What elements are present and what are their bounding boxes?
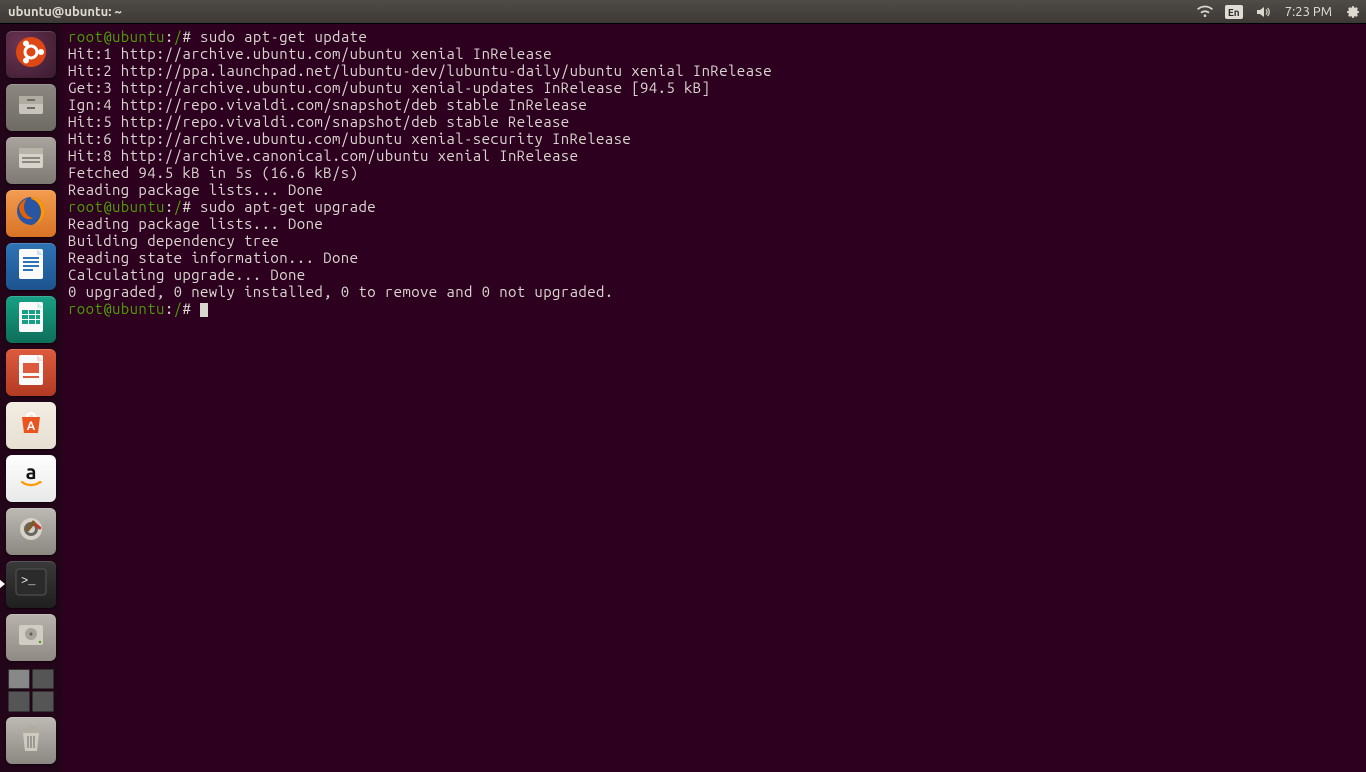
launcher-item-terminal[interactable]: >_ [6,561,56,608]
file-manager-icon [14,141,48,179]
firefox-icon [13,193,49,233]
launcher-item-disk[interactable] [6,614,56,661]
ubuntu-logo-icon [14,35,48,73]
workspace-switcher[interactable] [6,667,56,714]
launcher-item-libreoffice-calc[interactable] [6,296,56,343]
svg-text:A: A [27,420,36,433]
hard-disk-icon [15,619,47,655]
writer-icon [16,247,46,285]
calc-icon [16,300,46,338]
terminal-icon: >_ [14,567,48,601]
top-panel: ubuntu@ubuntu: ~ En 7:23 PM [0,0,1366,24]
launcher-item-nautilus-files[interactable] [6,137,56,184]
terminal-output: root@ubuntu:/# sudo apt-get update Hit:1… [68,28,1360,317]
clock[interactable]: 7:23 PM [1277,0,1340,24]
language-label: En [1225,5,1243,19]
trash-icon [17,723,45,759]
impress-icon [16,353,46,391]
launcher-item-libreoffice-writer[interactable] [6,243,56,290]
launcher-item-dash[interactable] [6,31,56,78]
volume-icon [1255,5,1271,19]
launcher-item-amazon[interactable]: a [6,455,56,502]
gear-icon [1346,5,1360,19]
launcher-item-nautilus-home[interactable] [6,84,56,131]
launcher-item-libreoffice-impress[interactable] [6,349,56,396]
session-indicator[interactable] [1340,0,1366,24]
network-indicator[interactable] [1191,0,1219,24]
launcher-item-firefox[interactable] [6,190,56,237]
drawer-icon [14,88,48,126]
amazon-icon: a [16,461,46,495]
sound-indicator[interactable] [1249,0,1277,24]
launcher: A a >_ [0,24,62,772]
terminal-window[interactable]: root@ubuntu:/# sudo apt-get update Hit:1… [62,24,1366,768]
wifi-icon [1197,5,1213,19]
shopping-bag-icon: A [16,408,46,442]
language-indicator[interactable]: En [1219,0,1249,24]
svg-text:>_: >_ [21,574,36,588]
launcher-item-trash[interactable] [6,717,56,764]
launcher-item-ubuntu-software[interactable]: A [6,402,56,449]
launcher-item-system-settings[interactable] [6,508,56,555]
window-title: ubuntu@ubuntu: ~ [0,5,122,19]
settings-icon [15,513,47,549]
svg-text:a: a [26,461,37,483]
